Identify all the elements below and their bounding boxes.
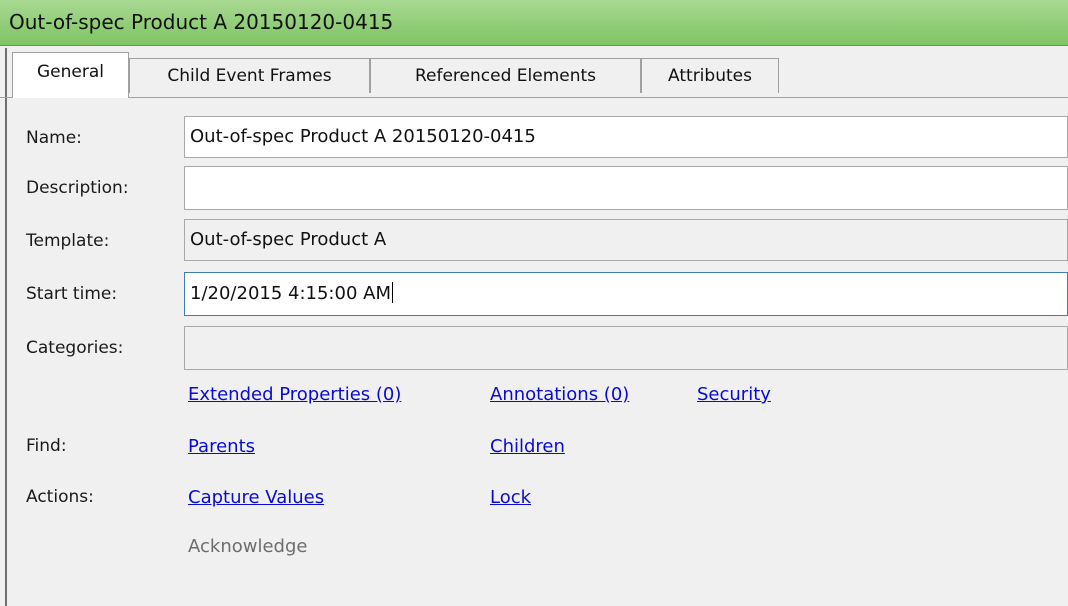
capture-values-link[interactable]: Capture Values xyxy=(188,487,324,508)
tab-referenced-elements-label: Referenced Elements xyxy=(414,66,597,86)
name-label: Name: xyxy=(26,128,82,148)
tab-attributes[interactable]: Attributes xyxy=(641,58,779,93)
tab-general-label: General xyxy=(37,62,104,82)
children-link[interactable]: Children xyxy=(490,436,565,457)
parents-link[interactable]: Parents xyxy=(188,436,255,457)
name-field[interactable]: Out-of-spec Product A 20150120-0415 xyxy=(184,116,1068,158)
description-label: Description: xyxy=(26,178,129,198)
categories-field[interactable] xyxy=(184,326,1068,370)
description-field[interactable] xyxy=(184,166,1068,210)
tab-child-event-frames[interactable]: Child Event Frames xyxy=(129,58,370,93)
template-field: Out-of-spec Product A xyxy=(184,219,1068,261)
security-link[interactable]: Security xyxy=(697,384,771,405)
annotations-link[interactable]: Annotations (0) xyxy=(490,384,629,405)
extended-properties-link[interactable]: Extended Properties (0) xyxy=(188,384,401,405)
text-caret xyxy=(391,282,393,303)
tab-referenced-elements[interactable]: Referenced Elements xyxy=(370,58,641,93)
find-label: Find: xyxy=(26,436,67,456)
start-time-label: Start time: xyxy=(26,284,118,304)
tab-attributes-label: Attributes xyxy=(668,66,752,86)
event-frame-window: Out-of-spec Product A 20150120-0415 Gene… xyxy=(0,0,1068,606)
tab-divider xyxy=(0,97,1068,98)
start-time-value: 1/20/2015 4:15:00 AM xyxy=(190,283,391,304)
window-title: Out-of-spec Product A 20150120-0415 xyxy=(9,10,394,34)
categories-label: Categories: xyxy=(26,338,124,358)
acknowledge-action: Acknowledge xyxy=(188,536,308,557)
tab-general[interactable]: General xyxy=(12,52,129,98)
start-time-field[interactable]: 1/20/2015 4:15:00 AM xyxy=(184,272,1068,316)
window-left-border xyxy=(5,48,7,606)
title-bar: Out-of-spec Product A 20150120-0415 xyxy=(0,0,1068,46)
lock-link[interactable]: Lock xyxy=(490,487,531,508)
tab-strip: General Child Event Frames Referenced El… xyxy=(0,46,1068,98)
actions-label: Actions: xyxy=(26,487,94,507)
template-label: Template: xyxy=(26,231,110,251)
tab-child-event-frames-label: Child Event Frames xyxy=(167,66,332,86)
